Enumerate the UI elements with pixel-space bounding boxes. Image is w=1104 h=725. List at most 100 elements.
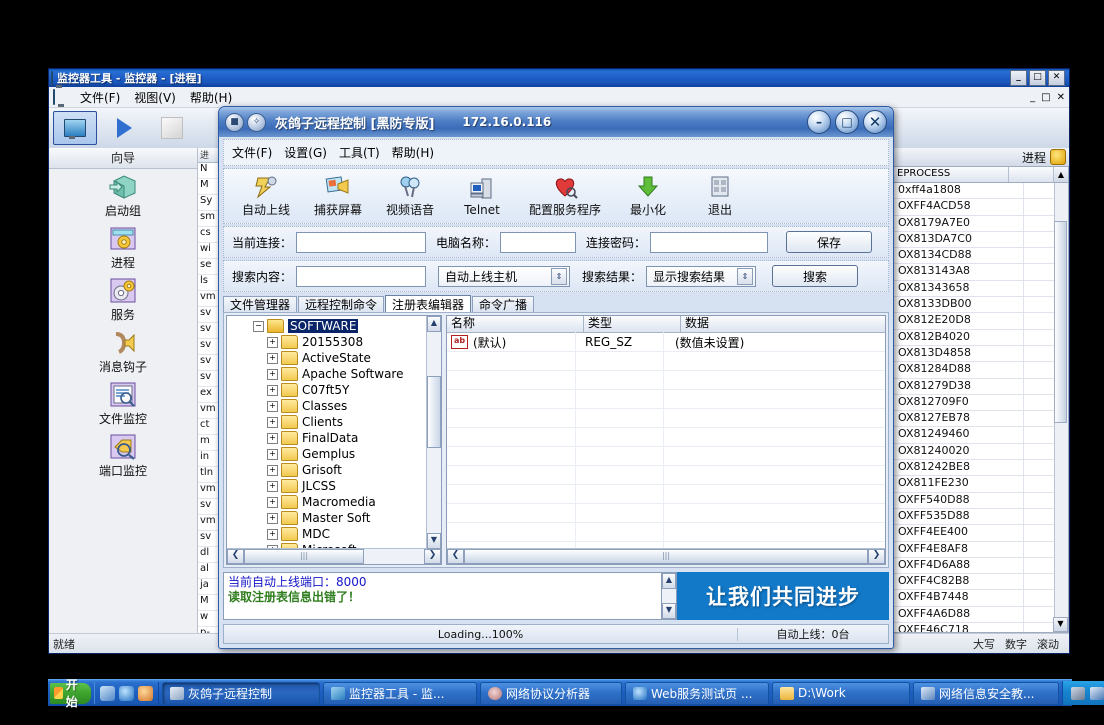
tree-node[interactable]: + JLCSS: [231, 478, 441, 494]
expand-icon[interactable]: +: [267, 448, 278, 460]
sidebar-item-startup-group[interactable]: 启动组: [49, 173, 197, 219]
tree-node[interactable]: + ActiveState: [231, 350, 441, 366]
quick-launch-bar[interactable]: [94, 682, 160, 704]
list-hscrollbar-thumb[interactable]: [464, 549, 868, 564]
eprocess-row[interactable]: OXFF4B7448: [894, 590, 1068, 607]
dialog-menu-settings[interactable]: 设置(G): [284, 144, 327, 161]
scroll-up-button[interactable]: ▲: [1054, 167, 1068, 182]
expand-icon[interactable]: +: [267, 528, 278, 540]
eprocess-row[interactable]: OX8134CD88: [894, 248, 1068, 265]
tree-node[interactable]: + Gemplus: [231, 446, 441, 462]
eprocess-row[interactable]: 0xff4a1808: [894, 183, 1068, 200]
wizard-sidebar[interactable]: 向导 启动组 进程 服务 消息钩子 文件监控 端口监控: [49, 148, 198, 633]
eprocess-row[interactable]: OXFF46C718: [894, 623, 1068, 632]
scroll-down-button[interactable]: ▼: [1053, 617, 1068, 632]
host-select[interactable]: 自动上线主机 ⇕: [438, 265, 571, 287]
tree-scrollbar-thumb[interactable]: [427, 376, 441, 448]
eprocess-row[interactable]: OX81279D38: [894, 378, 1068, 395]
dialog-menubar[interactable]: 文件(F) 设置(G) 工具(T) 帮助(H): [223, 139, 889, 166]
media-player-icon[interactable]: [138, 685, 154, 701]
dialog-menu-tools[interactable]: 工具(T): [339, 144, 380, 161]
expand-icon[interactable]: +: [267, 432, 278, 444]
tab-file-manager[interactable]: 文件管理器: [223, 296, 298, 312]
eprocess-row[interactable]: OXFF535D88: [894, 508, 1068, 526]
show-desktop-icon[interactable]: [100, 685, 116, 701]
taskbar-task-folder[interactable]: D:\Work: [772, 681, 911, 705]
wizard-items[interactable]: 启动组 进程 服务 消息钩子 文件监控 端口监控: [49, 169, 197, 633]
expand-icon[interactable]: +: [267, 368, 278, 380]
eprocess-row[interactable]: OX812E20D8: [894, 313, 1068, 330]
tree-node[interactable]: + Macromedia: [231, 494, 441, 510]
tree-scroll-left-button[interactable]: ❮: [227, 549, 244, 564]
result-select[interactable]: 显示搜索结果 ⇕: [646, 265, 757, 287]
toolbar-minimize[interactable]: 最小化: [612, 174, 684, 218]
expand-icon[interactable]: +: [267, 400, 278, 412]
scrollbar-thumb[interactable]: [1054, 221, 1067, 423]
toolbar-video-voice[interactable]: 视频语音: [374, 174, 446, 218]
monitor-window-titlebar[interactable]: 监控器工具 - 监控器 - [进程] _ □ ✕: [49, 69, 1069, 87]
expand-icon[interactable]: +: [267, 496, 278, 508]
start-button[interactable]: 开始: [50, 678, 92, 709]
eprocess-row[interactable]: OXFF540D88: [894, 492, 1068, 509]
toolbar-telnet[interactable]: Telnet: [446, 176, 518, 217]
connection-form-row[interactable]: 当前连接： 电脑名称： 连接密码： 保存: [223, 226, 889, 258]
tree-node[interactable]: + Master Soft: [231, 510, 441, 526]
system-menu-icon[interactable]: ■: [225, 112, 244, 132]
eprocess-row[interactable]: OX81240020: [894, 443, 1068, 461]
eprocess-row[interactable]: OX813143A8: [894, 264, 1068, 281]
tree-hscrollbar[interactable]: ❮ ❯: [227, 548, 441, 564]
toolbar-capture-screen[interactable]: 捕获屏幕: [302, 174, 374, 218]
eprocess-row[interactable]: OX81284D88: [894, 362, 1068, 379]
search-input[interactable]: [296, 265, 427, 287]
toolbar-auto-online[interactable]: 自动上线: [230, 174, 302, 218]
eprocess-panel[interactable]: 进程 EPROCESS ▲ 0xff4a1808 OXFF4ACD58 OX8179…: [892, 148, 1069, 633]
tree-node[interactable]: + Apache Software: [231, 366, 441, 382]
chevron-down-icon[interactable]: ⇕: [551, 267, 568, 285]
eprocess-rows[interactable]: 0xff4a1808 OXFF4ACD58 OX8179A7E0 OX813DA7C0…: [893, 183, 1069, 633]
tree-scroll-down-button[interactable]: ▼: [427, 533, 441, 549]
monitor-button[interactable]: [53, 111, 97, 145]
eprocess-row[interactable]: OXFF4D6A88: [894, 557, 1068, 575]
expand-icon[interactable]: +: [267, 384, 278, 396]
chevron-down-icon[interactable]: ⇕: [737, 267, 754, 285]
stop-button[interactable]: [151, 112, 193, 144]
log-scrollbar[interactable]: ▲ ▼: [662, 572, 677, 620]
registry-value-list-pane[interactable]: 名称 类型 数据 ab (默认) REG_SZ (数值未设置) ❮ ||| ❯: [446, 315, 886, 565]
tree-hscrollbar-thumb[interactable]: [244, 549, 364, 564]
eprocess-row[interactable]: OX81343658: [894, 280, 1068, 298]
log-scroll-down-button[interactable]: ▼: [662, 603, 676, 619]
eprocess-row[interactable]: OX8133DB00: [894, 297, 1068, 314]
tree-node[interactable]: +20155308: [231, 334, 441, 350]
monitor-menubar[interactable]: 文件(F) 视图(V) 帮助(H) _ □ ✕: [49, 87, 1069, 108]
list-hscrollbar[interactable]: ❮ ❯: [447, 548, 885, 564]
taskbar-task-huigezi[interactable]: 灰鸽子远程控制: [162, 681, 321, 705]
eprocess-row[interactable]: OX813D4858: [894, 345, 1068, 363]
menu-help[interactable]: 帮助(H): [183, 87, 239, 108]
column-name[interactable]: 名称: [447, 316, 584, 332]
internet-explorer-icon[interactable]: [119, 685, 135, 701]
registry-tree-pane[interactable]: − SOFTWARE +20155308 + ActiveState + Apache So…: [226, 315, 442, 565]
sound-icon[interactable]: [1071, 686, 1086, 700]
eprocess-vscrollbar[interactable]: ▼: [1053, 183, 1068, 632]
save-button[interactable]: 保存: [786, 231, 873, 253]
sidebar-item-port-monitor[interactable]: 端口监控: [49, 433, 197, 479]
eprocess-row[interactable]: OX811FE230: [894, 476, 1068, 493]
eprocess-row[interactable]: OXFF4C82B8: [894, 574, 1068, 591]
sidebar-item-service[interactable]: 服务: [49, 277, 197, 323]
mdi-minimize-button[interactable]: _: [1028, 92, 1037, 103]
search-button[interactable]: 搜索: [772, 265, 859, 287]
eprocess-row[interactable]: OX812709F0: [894, 394, 1068, 412]
tree-scroll-right-button[interactable]: ❯: [424, 549, 441, 564]
eprocess-row[interactable]: OXFF4E8AF8: [894, 541, 1068, 558]
eprocess-row[interactable]: OX8127EB78: [894, 411, 1068, 428]
dialog-close-button[interactable]: ✕: [863, 110, 887, 134]
expand-icon[interactable]: +: [267, 464, 278, 476]
list-scroll-right-button[interactable]: ❯: [868, 549, 885, 564]
sidebar-item-process[interactable]: 进程: [49, 225, 197, 271]
dialog-menu-help[interactable]: 帮助(H): [392, 144, 434, 161]
tree-node[interactable]: + FinalData: [231, 430, 441, 446]
tree-node[interactable]: + MDC: [231, 526, 441, 542]
close-button[interactable]: ✕: [1048, 70, 1065, 86]
system-tray[interactable]: 17:30: [1062, 681, 1104, 705]
expand-icon[interactable]: +: [267, 480, 278, 492]
